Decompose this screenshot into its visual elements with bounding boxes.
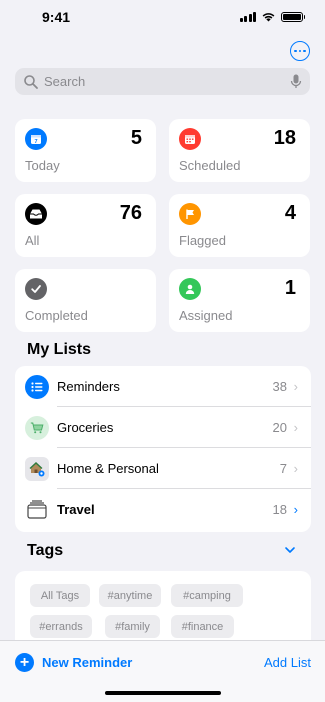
assigned-count: 1 [284, 277, 296, 299]
completed-label: Completed [25, 308, 88, 323]
tray-icon [25, 203, 47, 225]
chevron-right-icon: › [293, 420, 298, 435]
list-count: 38 [272, 379, 287, 394]
battery-icon [281, 11, 305, 22]
search-input[interactable]: Search [44, 74, 290, 89]
smart-list-completed[interactable]: Completed [15, 269, 156, 332]
status-icons [239, 11, 305, 22]
flagged-count: 4 [284, 202, 296, 224]
chevron-right-icon: › [293, 461, 298, 476]
search-field[interactable]: Search [15, 68, 310, 95]
calendar-icon: 7 [25, 128, 47, 150]
chevron-down-icon[interactable] [284, 544, 296, 556]
plus-circle-icon: + [15, 653, 34, 672]
more-options-button[interactable] [290, 41, 310, 61]
new-reminder-label: New Reminder [42, 655, 133, 670]
calendar-grid-icon [179, 128, 201, 150]
list-icon [25, 374, 49, 399]
list-count: 18 [272, 502, 287, 517]
flag-icon [179, 203, 201, 225]
tag-chip[interactable]: #camping [171, 584, 243, 607]
tags-panel: All Tags #anytime #camping #errands #fam… [15, 571, 311, 651]
list-item-home-personal[interactable]: Home & Personal 7 › [15, 448, 311, 489]
list-item-travel[interactable]: Travel 18 › [15, 489, 311, 530]
smart-list-assigned[interactable]: 1 Assigned [169, 269, 310, 332]
status-time: 9:41 [42, 9, 71, 25]
house-icon [25, 456, 49, 481]
list-name: Home & Personal [57, 461, 159, 476]
scheduled-label: Scheduled [179, 158, 241, 173]
smart-list-today[interactable]: 7 5 Today [15, 119, 156, 182]
chevron-right-icon: › [293, 379, 298, 394]
smart-list-scheduled[interactable]: 18 Scheduled [169, 119, 310, 182]
tag-chip[interactable]: #errands [30, 615, 92, 638]
list-item-reminders[interactable]: Reminders 38 › [15, 366, 311, 407]
add-list-button[interactable]: Add List [264, 655, 311, 670]
assigned-label: Assigned [179, 308, 233, 323]
new-reminder-button[interactable]: + New Reminder [15, 653, 132, 672]
svg-text:7: 7 [34, 139, 37, 145]
list-name: Travel [57, 502, 95, 517]
cart-icon [25, 415, 49, 440]
home-indicator [105, 691, 221, 695]
checkmark-icon [25, 278, 47, 300]
list-count: 20 [272, 420, 287, 435]
list-name: Groceries [57, 420, 114, 435]
tag-chip[interactable]: #finance [171, 615, 234, 638]
my-lists: Reminders 38 › Groceries 20 › Home & Per… [15, 366, 311, 532]
microphone-icon[interactable] [290, 74, 302, 89]
wifi-icon [262, 13, 275, 22]
scheduled-count: 18 [273, 127, 296, 149]
today-count: 5 [130, 127, 142, 149]
list-item-groceries[interactable]: Groceries 20 › [15, 407, 311, 448]
suitcase-icon [25, 498, 49, 522]
tag-chip[interactable]: #anytime [99, 584, 161, 607]
search-icon [24, 74, 38, 89]
status-bar: 9:41 [0, 0, 325, 36]
flagged-label: Flagged [179, 233, 226, 248]
tags-title: Tags [27, 542, 64, 559]
smart-list-flagged[interactable]: 4 Flagged [169, 194, 310, 257]
tag-chip[interactable]: #family [105, 615, 160, 638]
today-label: Today [25, 158, 60, 173]
person-icon [179, 278, 201, 300]
bottom-toolbar: + New Reminder Add List [0, 640, 325, 702]
my-lists-title: My Lists [27, 341, 92, 358]
chevron-right-icon: › [293, 502, 298, 517]
cellular-signal-icon [239, 11, 256, 22]
smart-list-all[interactable]: 76 All [15, 194, 156, 257]
all-count: 76 [119, 202, 142, 224]
all-label: All [25, 233, 40, 248]
list-count: 7 [279, 461, 287, 476]
tag-chip[interactable]: All Tags [30, 584, 90, 607]
list-name: Reminders [57, 379, 120, 394]
